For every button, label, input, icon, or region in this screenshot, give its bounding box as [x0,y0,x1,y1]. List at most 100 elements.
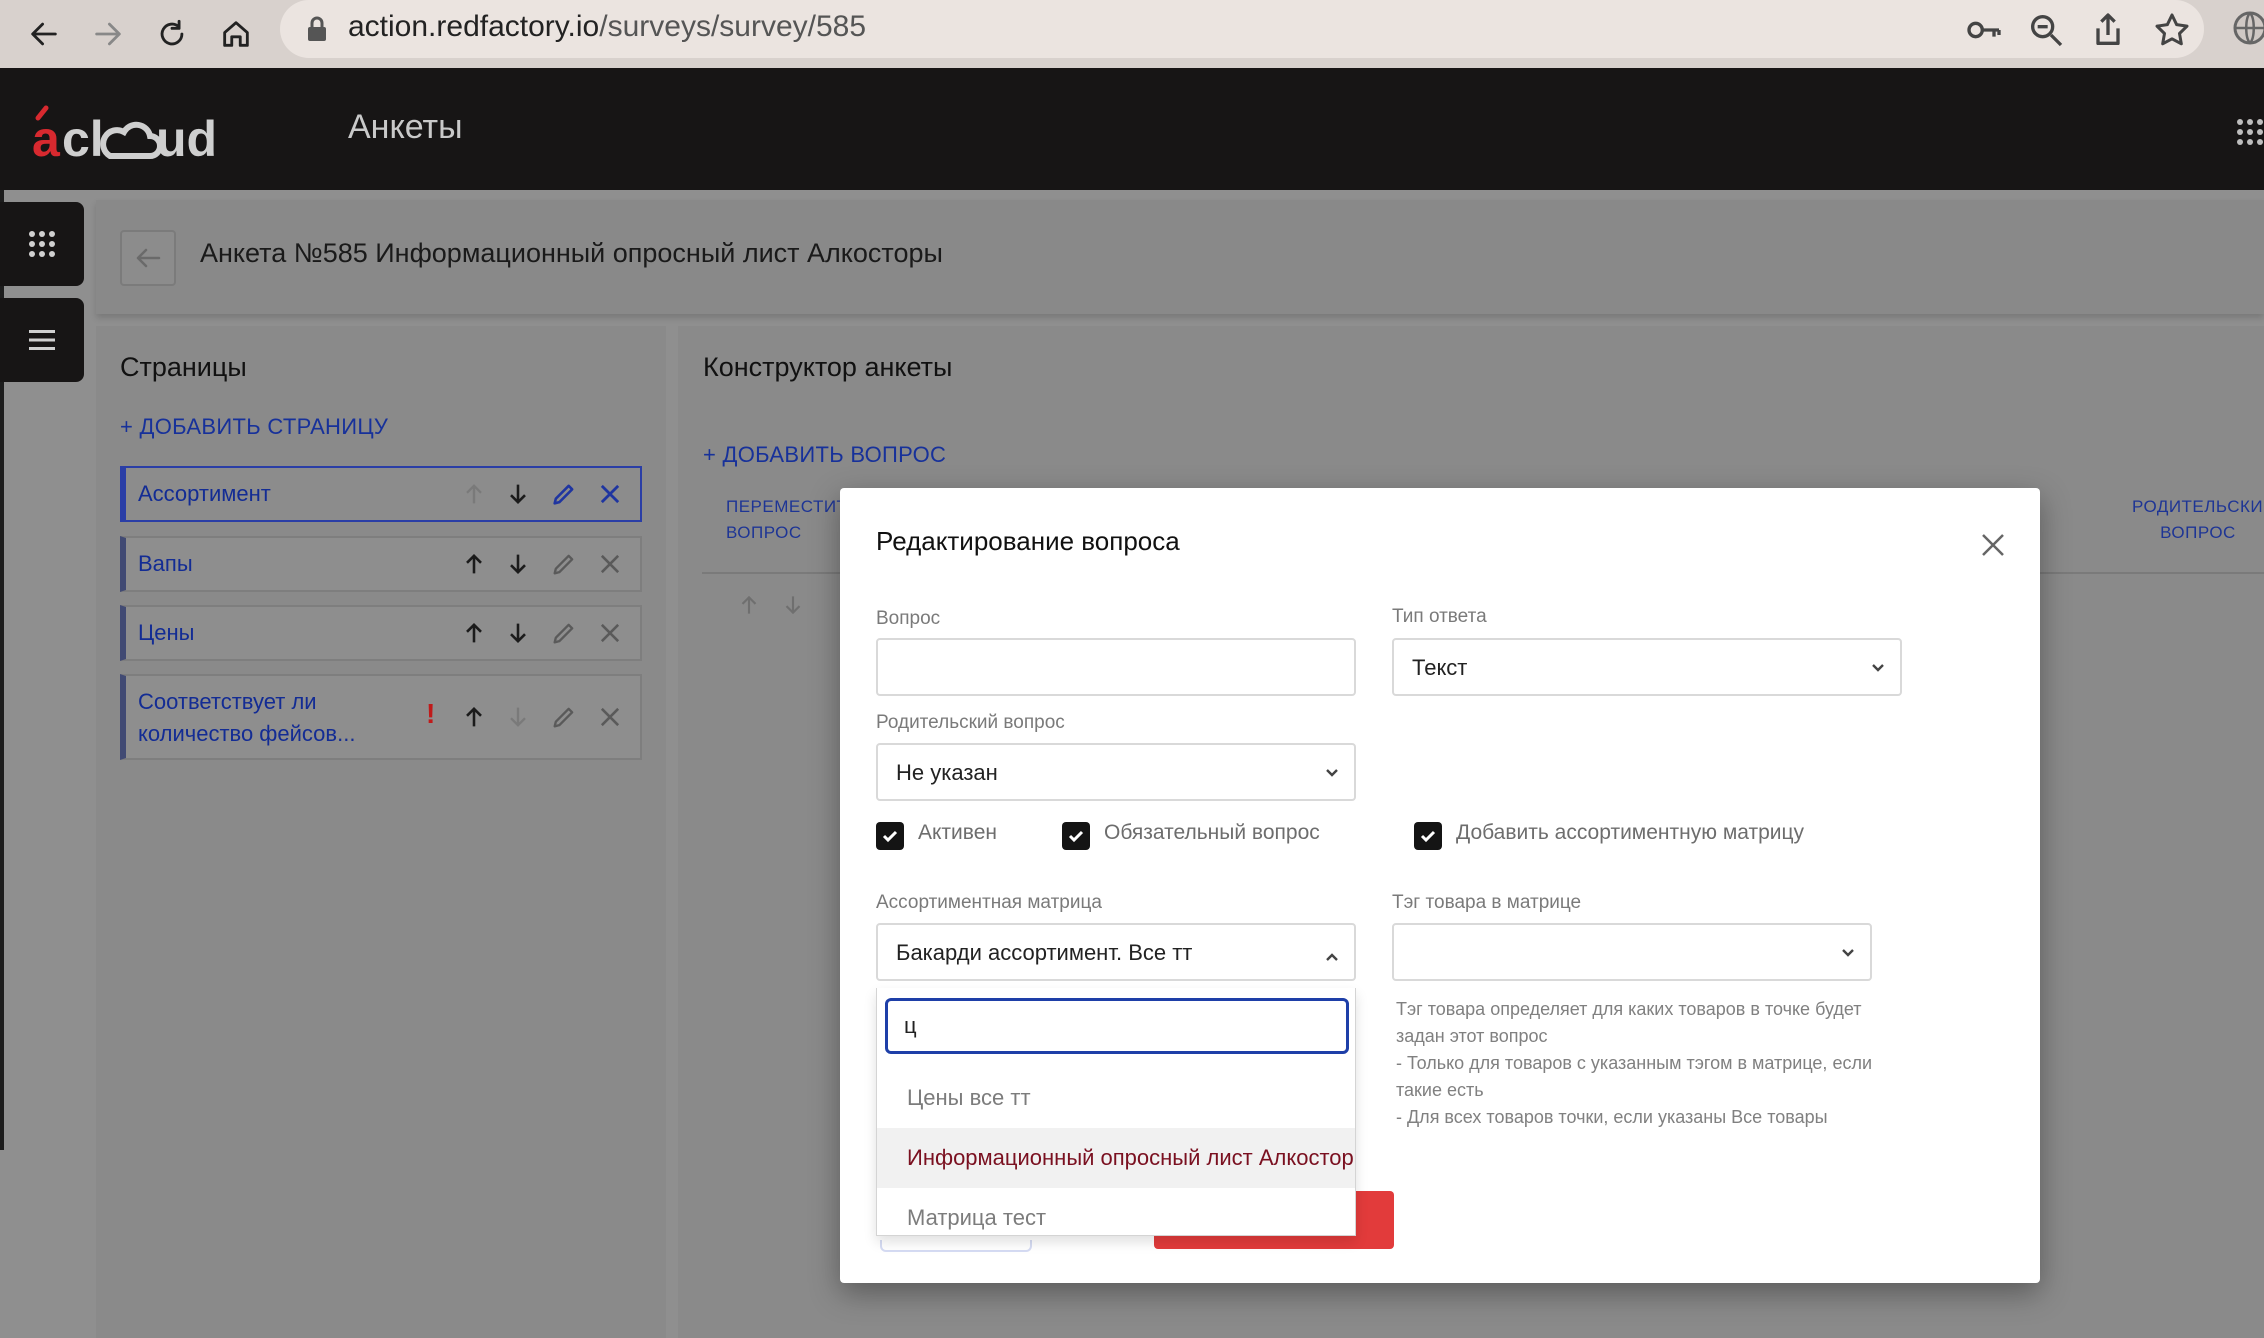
hint-line: - Для всех товаров точки, если указаны В… [1396,1107,1828,1127]
zoom-icon[interactable] [2026,10,2066,50]
active-checkbox[interactable] [876,822,904,850]
constructor-title: Конструктор анкеты [703,352,953,382]
pencil-icon[interactable] [550,703,578,731]
arrow-up-icon[interactable] [460,703,488,731]
page-item[interactable]: Цены [120,605,642,661]
chevron-up-icon [1326,953,1338,961]
hint-line: Тэг товара определяет для каких товаров … [1396,999,1862,1046]
checkmark-icon [1420,830,1436,843]
required-checkbox[interactable] [1062,822,1090,850]
active-checkbox-label: Активен [918,821,997,844]
page-item[interactable]: Вапы [120,536,642,592]
survey-title: Анкета №585 Информационный опросный лист… [200,238,943,268]
page-item-label: Цены [138,620,195,645]
arrow-down-icon[interactable] [504,619,532,647]
delete-x-icon[interactable] [596,550,624,578]
page-item[interactable]: Ассортимент [120,466,642,522]
delete-x-icon[interactable] [596,703,624,731]
pencil-icon[interactable] [550,619,578,647]
pencil-icon[interactable] [550,550,578,578]
svg-text:ud: ud [156,111,217,167]
question-input[interactable] [876,638,1356,696]
matrix-select[interactable]: Бакарди ассортимент. Все тт [876,923,1356,981]
chevron-down-icon [1842,949,1854,957]
add-matrix-checkbox-label: Добавить ассортиментную матрицу [1456,821,1805,844]
hamburger-icon [29,330,55,350]
answer-type-value: Текст [1412,655,1468,680]
arrow-down-icon[interactable] [504,480,532,508]
add-matrix-checkbox[interactable] [1414,822,1442,850]
matrix-value: Бакарди ассортимент. Все тт [896,940,1193,965]
dropdown-option[interactable]: Матрица тест [877,1188,1355,1235]
hint-line: - Только для товаров с указанным тэгом в… [1396,1053,1873,1100]
grid-icon [29,231,55,257]
arrow-down-icon[interactable] [504,550,532,578]
home-icon[interactable] [210,8,262,60]
svg-text:cl: cl [62,111,104,167]
chevron-down-icon [1872,664,1884,672]
edit-question-modal: Редактирование вопроса Вопрос Тип ответа… [840,488,2040,1283]
pencil-icon[interactable] [550,480,578,508]
share-icon[interactable] [2088,10,2128,50]
cancel-button[interactable] [880,1240,1032,1252]
dropdown-search-input[interactable] [904,1011,1324,1041]
address-bar[interactable]: action.redfactory.io/surveys/survey/585 [280,0,2204,58]
apps-grid-icon[interactable] [2236,118,2264,146]
star-icon[interactable] [2152,10,2192,50]
tag-hint: Тэг товара определяет для каких товаров … [1396,996,1886,1131]
question-label: Вопрос [876,608,941,629]
pages-panel: Страницы + ДОБАВИТЬ СТРАНИЦУ Ассортимент… [96,326,666,1338]
globe-icon[interactable] [2230,8,2264,48]
add-page-link[interactable]: + ДОБАВИТЬ СТРАНИЦУ [120,414,388,440]
forward-arrow-icon[interactable] [82,8,134,60]
survey-header-card: Анкета №585 Информационный опросный лист… [96,200,2264,314]
column-header-parent: РОДИТЕЛЬСКИЙ ВОПРОС [2132,497,2264,542]
arrow-up-icon[interactable] [460,619,488,647]
column-header-move: ПЕРЕМЕСТИТЬ ВОПРОС [726,497,860,542]
tag-label: Тэг товара в матрице [1392,892,1582,913]
back-arrow-icon[interactable] [18,8,70,60]
warning-icon: ! [426,698,436,729]
checkmark-icon [882,830,898,843]
parent-question-label: Родительский вопрос [876,712,1065,733]
arrow-up-icon[interactable] [460,480,488,508]
app-title: Анкеты [348,108,463,146]
apps-menu-button[interactable] [0,202,84,286]
arrow-down-icon[interactable] [504,703,532,731]
arrow-up-icon[interactable] [460,550,488,578]
delete-x-icon[interactable] [596,480,624,508]
page-item-label: Ассортимент [138,481,271,506]
answer-type-label: Тип ответа [1392,606,1487,627]
add-question-link[interactable]: + ДОБАВИТЬ ВОПРОС [703,442,946,468]
lock-icon [308,16,326,41]
back-button[interactable] [120,230,176,286]
arrow-down-icon[interactable] [780,592,806,618]
parent-question-select[interactable]: Не указан [876,743,1356,801]
dropdown-option[interactable]: Цены все тт [877,1068,1355,1128]
url-text: action.redfactory.io/surveys/survey/585 [348,10,867,43]
key-icon[interactable] [1964,10,2004,50]
checkmark-icon [1068,830,1084,843]
delete-x-icon[interactable] [596,619,624,647]
parent-question-value: Не указан [896,760,998,785]
page-item[interactable]: Соответствует ли количество фейсов... ! [120,674,642,760]
app-header: a cl ud Анкеты [0,68,2264,190]
arrow-left-icon [136,248,161,268]
reload-icon[interactable] [146,8,198,60]
chevron-down-icon [1326,769,1338,777]
tag-select[interactable] [1392,923,1872,981]
acloud-logo[interactable]: a cl ud [32,104,242,168]
browser-toolbar: action.redfactory.io/surveys/survey/585 [0,0,2264,68]
page-item-label: Соответствует ли количество фейсов... [138,689,356,746]
required-checkbox-label: Обязательный вопрос [1104,821,1320,844]
dropdown-option[interactable]: Информационный опросный лист Алкосторы [877,1128,1355,1188]
modal-title: Редактирование вопроса [876,526,1180,556]
close-icon[interactable] [1978,530,2008,560]
hamburger-menu-button[interactable] [0,298,84,382]
matrix-dropdown: Цены все тт Информационный опросный лист… [876,988,1356,1236]
arrow-up-icon[interactable] [736,592,762,618]
matrix-label: Ассортиментная матрица [876,892,1102,913]
answer-type-select[interactable]: Текст [1392,638,1902,696]
dropdown-search-field[interactable] [885,998,1349,1054]
pages-title: Страницы [120,352,247,382]
